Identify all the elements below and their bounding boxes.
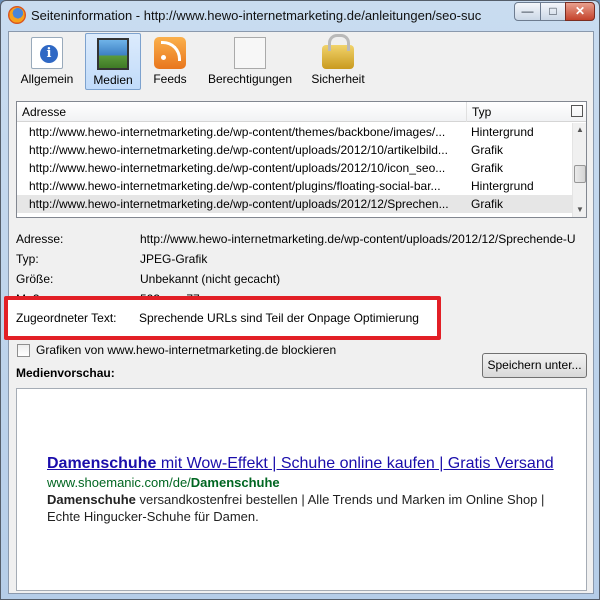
ad-url-prefix: www.shoemanic.com/de/ [47, 475, 191, 490]
block-images-checkbox[interactable] [17, 344, 30, 357]
tab-label: Sicherheit [311, 72, 365, 86]
table-row[interactable]: http://www.hewo-internetmarketing.de/wp-… [17, 123, 572, 141]
media-icon [97, 38, 129, 70]
column-header-address[interactable]: Adresse [22, 105, 66, 119]
scroll-down-arrow-icon[interactable]: ▼ [573, 203, 587, 217]
tab-medien[interactable]: Medien [85, 33, 141, 90]
cell-address: http://www.hewo-internetmarketing.de/wp-… [29, 161, 446, 175]
alt-text-value: Sprechende URLs sind Teil der Onpage Opt… [139, 311, 419, 325]
cell-address: http://www.hewo-internetmarketing.de/wp-… [29, 125, 446, 139]
cell-address: http://www.hewo-internetmarketing.de/wp-… [29, 179, 441, 193]
window-title: Seiteninformation - http://www.hewo-inte… [31, 8, 481, 23]
cell-address: http://www.hewo-internetmarketing.de/wp-… [29, 143, 448, 157]
address-value: http://www.hewo-internetmarketing.de/wp-… [140, 232, 576, 246]
cell-type: Grafik [471, 143, 504, 157]
rss-feed-icon [154, 37, 186, 69]
column-header-type[interactable]: Typ [472, 105, 491, 119]
type-label: Typ: [16, 252, 39, 266]
column-divider[interactable] [466, 102, 467, 122]
tab-feeds[interactable]: Feeds [145, 33, 195, 90]
ad-description: Damenschuhe versandkostenfrei bestellen … [47, 491, 557, 525]
size-value: Unbekannt (nicht gecacht) [140, 272, 281, 286]
ad-display-url: www.shoemanic.com/de/Damenschuhe [47, 475, 280, 490]
tab-berechtigungen[interactable]: Berechtigungen [205, 33, 295, 90]
ad-headline-keyword: Damenschuhe [47, 455, 157, 472]
type-value: JPEG-Grafik [140, 252, 208, 266]
block-images-label[interactable]: Grafiken von www.hewo-internetmarketing.… [36, 343, 336, 357]
tab-toolbar: Allgemein Medien Feeds Berechtigungen Si… [9, 32, 593, 92]
minimize-button[interactable]: — [514, 2, 541, 21]
alt-text-highlight: Zugeordneter Text: Sprechende URLs sind … [4, 296, 441, 340]
tab-label: Berechtigungen [207, 72, 293, 86]
close-button[interactable]: ✕ [565, 2, 595, 21]
ad-description-keyword: Damenschuhe [47, 492, 136, 507]
table-row-selected[interactable]: http://www.hewo-internetmarketing.de/wp-… [17, 195, 572, 213]
size-label: Größe: [16, 272, 54, 286]
column-picker-icon[interactable] [571, 105, 583, 117]
ad-headline-link[interactable]: Damenschuhe mit Wow-Effekt | Schuhe onli… [47, 455, 554, 473]
tab-allgemein[interactable]: Allgemein [17, 33, 77, 90]
maximize-button[interactable]: □ [540, 2, 566, 21]
tab-sicherheit[interactable]: Sicherheit [305, 33, 371, 90]
tab-label: Medien [93, 73, 133, 87]
media-preview-heading: Medienvorschau: [16, 366, 115, 380]
cell-type: Grafik [471, 197, 504, 211]
vertical-scrollbar[interactable]: ▲ ▼ [572, 123, 586, 217]
info-icon [31, 37, 63, 69]
address-label: Adresse: [16, 232, 64, 246]
cell-type: Hintergrund [471, 179, 534, 193]
scroll-up-arrow-icon[interactable]: ▲ [573, 123, 587, 137]
save-as-button[interactable]: Speichern unter... [482, 353, 587, 378]
media-preview: Damenschuhe mit Wow-Effekt | Schuhe onli… [16, 388, 587, 591]
tab-label: Feeds [153, 72, 187, 86]
table-row[interactable]: http://www.hewo-internetmarketing.de/wp-… [17, 159, 572, 177]
cell-address: http://www.hewo-internetmarketing.de/wp-… [29, 197, 449, 211]
scrollbar-thumb[interactable] [574, 165, 586, 183]
media-list[interactable]: Adresse Typ http://www.hewo-internetmark… [16, 101, 587, 218]
firefox-icon [8, 6, 26, 24]
ad-url-keyword: Damenschuhe [190, 475, 280, 490]
page-info-window: Seiteninformation - http://www.hewo-inte… [0, 0, 600, 600]
table-row[interactable]: http://www.hewo-internetmarketing.de/wp-… [17, 177, 572, 195]
cell-type: Hintergrund [471, 125, 534, 139]
dialog-body: Allgemein Medien Feeds Berechtigungen Si… [4, 31, 594, 594]
table-row[interactable]: http://www.hewo-internetmarketing.de/wp-… [17, 141, 572, 159]
permissions-icon [234, 37, 266, 69]
ad-headline-text: mit Wow-Effekt | Schuhe online kaufen | … [156, 455, 554, 472]
lock-icon [322, 34, 354, 69]
tab-label: Allgemein [20, 72, 74, 86]
cell-type: Grafik [471, 161, 504, 175]
title-bar[interactable]: Seiteninformation - http://www.hewo-inte… [1, 1, 599, 31]
list-header: Adresse Typ [17, 102, 586, 122]
alt-text-label: Zugeordneter Text: [16, 311, 117, 325]
